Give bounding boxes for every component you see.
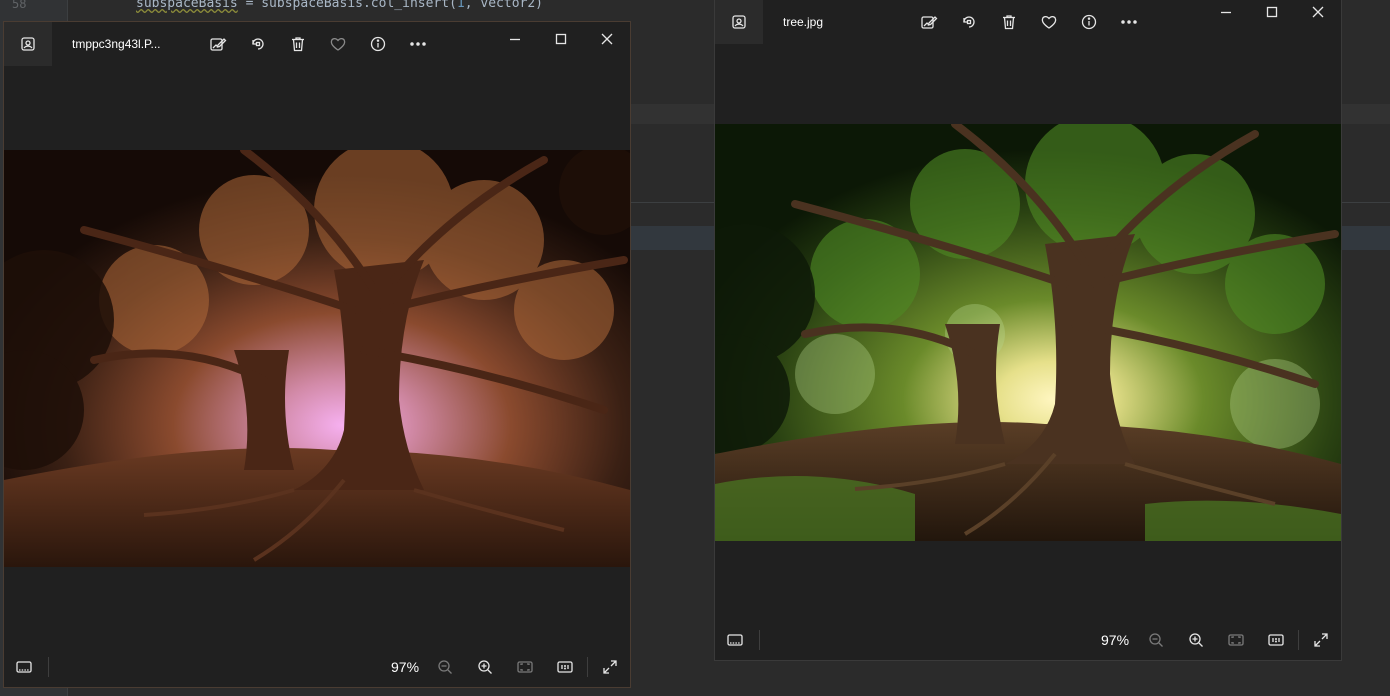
more-icon[interactable]: [398, 30, 438, 58]
minimize-icon[interactable]: [1203, 0, 1249, 27]
photo-app-icon[interactable]: [4, 22, 52, 66]
divider: [48, 657, 49, 677]
close-icon[interactable]: [584, 24, 630, 54]
more-icon[interactable]: [1109, 8, 1149, 36]
photo-canvas[interactable]: [715, 124, 1341, 541]
zoom-out-icon[interactable]: [427, 653, 463, 681]
minimize-icon[interactable]: [492, 24, 538, 54]
fit-to-window-icon[interactable]: [507, 653, 543, 681]
actual-size-icon[interactable]: [1258, 626, 1294, 654]
filmstrip-icon[interactable]: [717, 626, 753, 654]
code-operator: =: [237, 0, 262, 11]
heart-icon[interactable]: [1029, 8, 1069, 36]
filmstrip-icon[interactable]: [6, 653, 42, 681]
photo-app-icon[interactable]: [715, 0, 763, 44]
tree-photo-green: [715, 124, 1341, 541]
fit-to-window-icon[interactable]: [1218, 626, 1254, 654]
divider: [759, 630, 760, 650]
line-number: 58: [12, 0, 27, 11]
photos-window-left: tmppc3ng43l.P... 97%: [3, 21, 631, 688]
title-bar[interactable]: tmppc3ng43l.P...: [4, 22, 630, 66]
zoom-in-icon[interactable]: [467, 653, 503, 681]
code-line: subspaceBasis = subspaceBasis.col_insert…: [136, 0, 543, 11]
tree-photo-warm: [4, 150, 630, 567]
info-icon[interactable]: [1069, 8, 1109, 36]
code-variable: subspaceBasis: [136, 0, 238, 11]
rotate-icon[interactable]: [949, 8, 989, 36]
code-object: subspaceBasis: [261, 0, 363, 11]
trash-icon[interactable]: [989, 8, 1029, 36]
file-name: tmppc3ng43l.P...: [72, 37, 161, 51]
zoom-out-icon[interactable]: [1138, 626, 1174, 654]
actual-size-icon[interactable]: [547, 653, 583, 681]
heart-icon[interactable]: [318, 30, 358, 58]
edit-image-icon[interactable]: [909, 8, 949, 36]
bottom-bar: 97%: [4, 647, 630, 687]
code-rest: , vector2): [464, 0, 544, 11]
maximize-icon[interactable]: [1249, 0, 1295, 27]
maximize-icon[interactable]: [538, 24, 584, 54]
zoom-level[interactable]: 97%: [391, 659, 419, 675]
title-bar[interactable]: tree.jpg: [715, 0, 1341, 44]
photo-canvas[interactable]: [4, 150, 630, 567]
rotate-icon[interactable]: [238, 30, 278, 58]
trash-icon[interactable]: [278, 30, 318, 58]
edit-image-icon[interactable]: [198, 30, 238, 58]
bottom-bar: 97%: [715, 620, 1341, 660]
photos-window-right: tree.jpg 97%: [714, 0, 1342, 661]
divider: [587, 657, 588, 677]
zoom-in-icon[interactable]: [1178, 626, 1214, 654]
code-call: .col_insert(: [362, 0, 457, 11]
zoom-level[interactable]: 97%: [1101, 632, 1129, 648]
fullscreen-icon[interactable]: [1303, 626, 1339, 654]
fullscreen-icon[interactable]: [592, 653, 628, 681]
file-name: tree.jpg: [783, 15, 824, 29]
code-number: 1: [456, 0, 465, 11]
close-icon[interactable]: [1295, 0, 1341, 27]
divider: [1298, 630, 1299, 650]
info-icon[interactable]: [358, 30, 398, 58]
